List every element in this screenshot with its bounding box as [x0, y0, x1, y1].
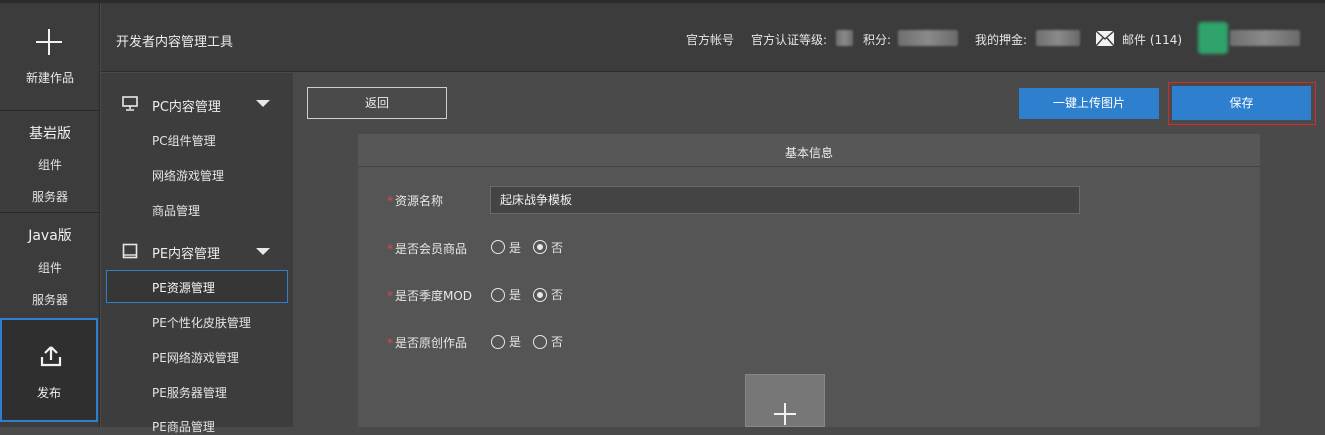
member-item-no-label[interactable]: 否: [551, 239, 563, 256]
rail-item-java-servers[interactable]: 服务器: [0, 291, 100, 308]
member-item-yes-label[interactable]: 是: [509, 239, 521, 256]
season-mod-yes-label[interactable]: 是: [509, 286, 521, 303]
chevron-down-icon[interactable]: [256, 100, 270, 107]
nav-item-online-games[interactable]: 网络游戏管理: [152, 167, 224, 184]
original-work-yes-radio[interactable]: [491, 335, 505, 349]
back-button[interactable]: 返回: [307, 87, 447, 119]
member-item-no-radio[interactable]: [533, 240, 547, 254]
rail-item-bedrock-servers[interactable]: 服务器: [0, 188, 100, 205]
nav-item-pe-servers[interactable]: PE服务器管理: [152, 384, 227, 401]
season-mod-yes-radio[interactable]: [491, 288, 505, 302]
add-image-button[interactable]: [745, 374, 825, 427]
required-mark: *: [387, 336, 393, 350]
resource-name-input[interactable]: 起床战争模板: [490, 186, 1080, 214]
required-mark: *: [387, 289, 393, 303]
points-label: 积分:: [863, 33, 892, 47]
required-mark: *: [387, 242, 393, 256]
tablet-icon: [122, 243, 138, 259]
mail-link[interactable]: 邮件 (114): [1122, 31, 1182, 48]
rail-item-bedrock-components[interactable]: 组件: [0, 156, 100, 173]
season-mod-no-label[interactable]: 否: [551, 286, 563, 303]
chevron-down-icon[interactable]: [256, 248, 270, 255]
section-title: 基本信息: [784, 146, 833, 160]
username[interactable]: [1230, 30, 1300, 46]
original-work-label: * 是否原创作品: [387, 336, 468, 350]
resource-name-label: * 资源名称: [387, 194, 444, 208]
original-work-no-radio[interactable]: [533, 335, 547, 349]
publish-button[interactable]: 发布: [0, 318, 98, 422]
member-item-label: * 是否会员商品: [387, 242, 468, 256]
nav-item-products[interactable]: 商品管理: [152, 202, 200, 219]
nav-item-pe-resources[interactable]: PE资源管理: [152, 279, 215, 296]
upload-images-button[interactable]: 一键上传图片: [1019, 88, 1159, 119]
rail-divider: [0, 110, 100, 111]
rail-head-java: Java版: [28, 228, 72, 244]
deposit-label: 我的押金:: [975, 33, 1028, 47]
upload-icon: [40, 346, 62, 367]
required-mark: *: [387, 194, 393, 208]
nav-group-pe[interactable]: PE内容管理: [152, 243, 220, 262]
season-mod-no-radio[interactable]: [533, 288, 547, 302]
nav-group-pc[interactable]: PC内容管理: [152, 96, 221, 115]
points-value: [898, 30, 958, 46]
official-account-link[interactable]: 官方帐号: [686, 31, 734, 48]
deposit-value: [1036, 30, 1080, 46]
nav-item-pc-components[interactable]: PC组件管理: [152, 132, 216, 149]
rail-divider: [0, 212, 100, 213]
original-work-yes-label[interactable]: 是: [509, 333, 521, 350]
new-work-label: 新建作品: [25, 71, 74, 85]
app-title: 开发者内容管理工具: [116, 35, 234, 50]
mail-icon[interactable]: [1095, 30, 1115, 47]
monitor-icon: [122, 96, 138, 111]
season-mod-label: * 是否季度MOD: [387, 289, 473, 303]
member-item-yes-radio[interactable]: [491, 240, 505, 254]
cert-level-value: [836, 30, 853, 46]
avatar[interactable]: [1198, 22, 1228, 54]
nav-item-pe-online-games[interactable]: PE网络游戏管理: [152, 349, 239, 366]
new-work-button[interactable]: 新建作品: [0, 3, 100, 110]
plus-icon: [36, 29, 62, 55]
rail-item-java-components[interactable]: 组件: [0, 259, 100, 276]
publish-label: 发布: [36, 386, 61, 400]
original-work-no-label[interactable]: 否: [551, 333, 563, 350]
rail-head-bedrock: 基岩版: [29, 126, 71, 142]
nav-item-pe-skins[interactable]: PE个性化皮肤管理: [152, 314, 251, 331]
cert-level-label: 官方认证等级:: [751, 33, 828, 47]
save-button[interactable]: 保存: [1172, 86, 1311, 120]
